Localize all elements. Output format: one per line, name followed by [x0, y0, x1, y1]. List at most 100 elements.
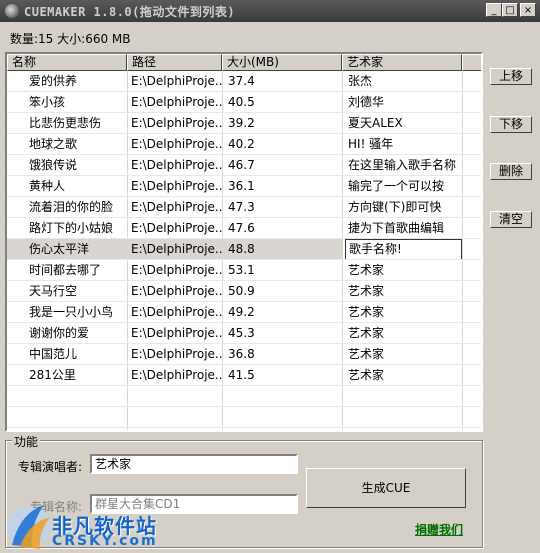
- cell-name: 爱的供养: [29, 74, 78, 88]
- cell-size: 46.7: [228, 158, 255, 172]
- table-row[interactable]: 中国范儿 E:\DelphiProje... 36.8 艺术家: [7, 344, 481, 365]
- table-row[interactable]: [7, 386, 481, 407]
- cell-size: 39.2: [228, 116, 255, 130]
- cell-name: 路灯下的小姑娘: [29, 221, 114, 235]
- artist-edit-input[interactable]: 歌手名称!: [345, 239, 462, 260]
- table-row[interactable]: 时间都去哪了 E:\DelphiProje... 53.1 艺术家: [7, 260, 481, 281]
- move-up-button[interactable]: 上移: [490, 68, 532, 85]
- cell-artist: 艺术家: [348, 305, 385, 319]
- file-count: 数量:15: [10, 32, 54, 46]
- cell-size: 47.6: [228, 221, 255, 235]
- maximize-button[interactable]: □: [502, 3, 518, 17]
- table-row[interactable]: 天马行空 E:\DelphiProje... 50.9 艺术家: [7, 281, 481, 302]
- cell-path: E:\DelphiProje...: [131, 116, 222, 130]
- table-row[interactable]: 黄种人 E:\DelphiProje... 36.1 输完了一个可以按: [7, 176, 481, 197]
- album-artist-input[interactable]: 艺术家: [90, 454, 298, 474]
- cell-path: E:\DelphiProje...: [131, 221, 222, 235]
- cell-path: E:\DelphiProje...: [131, 284, 222, 298]
- cell-path: E:\DelphiProje...: [131, 368, 222, 382]
- delete-button[interactable]: 删除: [490, 163, 532, 180]
- minimize-button[interactable]: _: [486, 3, 502, 17]
- album-artist-label: 专辑演唱者:: [18, 460, 83, 474]
- column-header-filler: [462, 54, 481, 71]
- move-down-button[interactable]: 下移: [490, 116, 532, 133]
- table-row[interactable]: 281公里 E:\DelphiProje... 41.5 艺术家: [7, 365, 481, 386]
- cell-size: 49.2: [228, 305, 255, 319]
- row-divider: [7, 427, 481, 428]
- cell-path: E:\DelphiProje...: [131, 200, 222, 214]
- cell-path: E:\DelphiProje...: [131, 326, 222, 340]
- cell-path: E:\DelphiProje...: [131, 305, 222, 319]
- cell-size: 41.5: [228, 368, 255, 382]
- cell-size: 50.9: [228, 284, 255, 298]
- total-size: 大小:660 MB: [57, 32, 131, 46]
- table-row[interactable]: 流着泪的你的脸 E:\DelphiProje... 47.3 方向键(下)即可快: [7, 197, 481, 218]
- cell-path: E:\DelphiProje...: [131, 179, 222, 193]
- cell-artist: 艺术家: [348, 347, 385, 361]
- table-row[interactable]: 伤心太平洋 E:\DelphiProje... 48.8 歌手名称!: [7, 239, 481, 260]
- table-row[interactable]: 笨小孩 E:\DelphiProje... 40.5 刘德华: [7, 92, 481, 113]
- app-icon: [5, 4, 19, 18]
- cell-artist: 在这里输入歌手名称: [348, 158, 457, 172]
- cell-path: E:\DelphiProje...: [131, 158, 222, 172]
- cell-size: 48.8: [222, 239, 342, 260]
- cell-name: 饿狼传说: [29, 158, 78, 172]
- list-rows: 爱的供养 E:\DelphiProje... 37.4 张杰笨小孩 E:\DelphiP…: [7, 71, 481, 428]
- cell-artist: 捷为下首歌曲编辑: [348, 221, 445, 235]
- cell-path: E:\DelphiProje...: [131, 74, 222, 88]
- cell-size: 47.3: [228, 200, 255, 214]
- cell-size: 36.1: [228, 179, 255, 193]
- cell-size: 36.8: [228, 347, 255, 361]
- cell-path: E:\DelphiProje...: [131, 347, 222, 361]
- table-row[interactable]: 地球之歌 E:\DelphiProje... 40.2 HI! 骚年: [7, 134, 481, 155]
- cell-size: 40.2: [228, 137, 255, 151]
- close-button[interactable]: ×: [520, 3, 536, 17]
- function-group-label: 功能: [12, 433, 41, 450]
- table-row[interactable]: 我是一只小小鸟 E:\DelphiProje... 49.2 艺术家: [7, 302, 481, 323]
- cell-artist: 方向键(下)即可快: [348, 200, 442, 214]
- cell-artist: 张杰: [348, 74, 373, 88]
- table-row[interactable]: 爱的供养 E:\DelphiProje... 37.4 张杰: [7, 71, 481, 92]
- cell-name: 281公里: [29, 368, 76, 382]
- cell-path: E:\DelphiProje...: [127, 239, 222, 260]
- cell-size: 37.4: [228, 74, 255, 88]
- column-header-artist[interactable]: 艺术家: [342, 54, 462, 71]
- cell-artist: 夏天ALEX: [348, 116, 403, 130]
- generate-cue-button[interactable]: 生成CUE: [306, 468, 466, 508]
- cell-path: E:\DelphiProje...: [131, 137, 222, 151]
- column-header-path[interactable]: 路径: [127, 54, 222, 71]
- cell-name: 流着泪的你的脸: [29, 200, 114, 214]
- column-header-size[interactable]: 大小(MB): [222, 54, 342, 71]
- cell-name: 伤心太平洋: [7, 239, 127, 260]
- clear-button[interactable]: 清空: [490, 211, 532, 228]
- table-row[interactable]: 路灯下的小姑娘 E:\DelphiProje... 47.6 捷为下首歌曲编辑: [7, 218, 481, 239]
- cell-name: 我是一只小小鸟: [29, 305, 114, 319]
- file-list[interactable]: 名称 路径 大小(MB) 艺术家 爱的供养 E:\DelphiProje... 37…: [5, 52, 483, 432]
- cell-artist: 艺术家: [348, 326, 385, 340]
- cell-name: 天马行空: [29, 284, 78, 298]
- cell-name: 谢谢你的爱: [29, 326, 90, 340]
- cell-artist: 刘德华: [348, 95, 385, 109]
- donate-link[interactable]: 捐赠我们: [415, 521, 463, 538]
- cell-name: 中国范儿: [29, 347, 78, 361]
- cell-size: 40.5: [228, 95, 255, 109]
- table-row[interactable]: 谢谢你的爱 E:\DelphiProje... 45.3 艺术家: [7, 323, 481, 344]
- table-row[interactable]: [7, 407, 481, 428]
- cell-artist: 输完了一个可以按: [348, 179, 445, 193]
- cell-size: 53.1: [228, 263, 255, 277]
- watermark-logo-icon: [7, 505, 51, 549]
- table-row[interactable]: 比悲伤更悲伤 E:\DelphiProje... 39.2 夏天ALEX: [7, 113, 481, 134]
- title-bar: CUEMAKER 1.8.0(拖动文件到列表) _ □ ×: [0, 0, 540, 22]
- cell-name: 比悲伤更悲伤: [29, 116, 102, 130]
- cell-name: 笨小孩: [29, 95, 66, 109]
- cell-artist: 艺术家: [348, 263, 385, 277]
- window-title: CUEMAKER 1.8.0(拖动文件到列表): [24, 5, 236, 19]
- cell-name: 黄种人: [29, 179, 66, 193]
- cell-size: 45.3: [228, 326, 255, 340]
- cell-name: 地球之歌: [29, 137, 78, 151]
- cell-path: E:\DelphiProje...: [131, 263, 222, 277]
- list-header: 名称 路径 大小(MB) 艺术家: [7, 54, 481, 71]
- table-row[interactable]: 饿狼传说 E:\DelphiProje... 46.7 在这里输入歌手名称: [7, 155, 481, 176]
- column-header-name[interactable]: 名称: [7, 54, 127, 71]
- stats-bar: 数量:15 大小:660 MB: [10, 30, 131, 47]
